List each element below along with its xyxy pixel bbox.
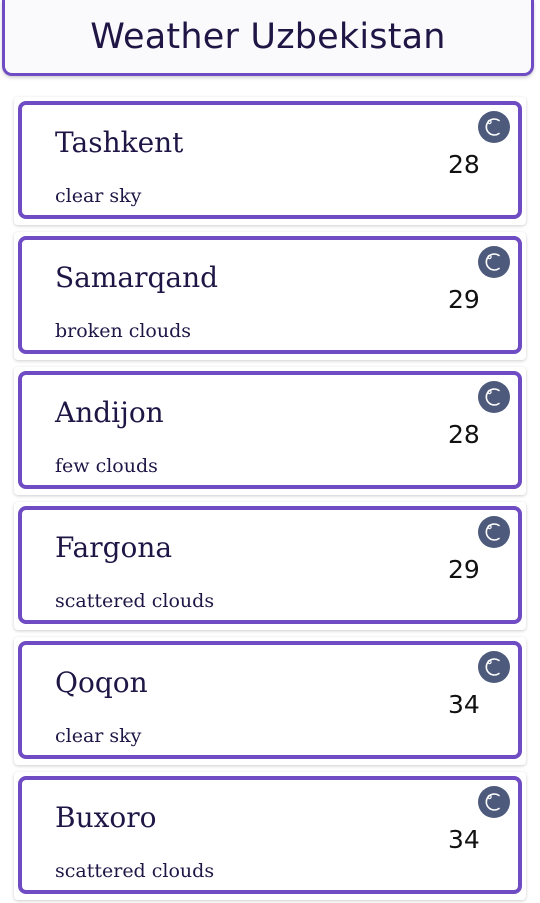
card-border: Buxoro scattered clouds 34 (18, 776, 522, 894)
weather-description: scattered clouds (55, 860, 215, 882)
weather-description: few clouds (55, 455, 158, 477)
city-name: Samarqand (55, 261, 219, 294)
card-border: Tashkent clear sky 28 (18, 101, 522, 219)
page-title: Weather Uzbekistan (90, 16, 446, 57)
weather-description: clear sky (55, 185, 142, 207)
city-card-andijon[interactable]: Andijon few clouds 28 (14, 367, 526, 495)
card-border: Samarqand broken clouds 29 (18, 236, 522, 354)
city-card-buxoro[interactable]: Buxoro scattered clouds 34 (14, 772, 526, 900)
temperature: 34 (448, 825, 480, 854)
night-moon-icon (478, 381, 510, 413)
night-moon-icon (478, 516, 510, 548)
temperature: 34 (448, 690, 480, 719)
city-name: Qoqon (55, 666, 148, 699)
night-moon-icon (478, 651, 510, 683)
temperature: 28 (448, 420, 480, 449)
night-moon-icon (478, 786, 510, 818)
card-border: Andijon few clouds 28 (18, 371, 522, 489)
temperature: 29 (448, 555, 480, 584)
temperature: 28 (448, 150, 480, 179)
app-header: Weather Uzbekistan (2, 0, 534, 76)
night-moon-icon (478, 111, 510, 143)
city-name: Fargona (55, 531, 173, 564)
city-card-qoqon[interactable]: Qoqon clear sky 34 (14, 637, 526, 765)
city-name: Andijon (55, 396, 164, 429)
city-name: Buxoro (55, 801, 157, 834)
city-card-tashkent[interactable]: Tashkent clear sky 28 (14, 97, 526, 225)
temperature: 29 (448, 285, 480, 314)
card-border: Fargona scattered clouds 29 (18, 506, 522, 624)
weather-description: scattered clouds (55, 590, 215, 612)
weather-description: clear sky (55, 725, 142, 747)
weather-description: broken clouds (55, 320, 192, 342)
night-moon-icon (478, 246, 510, 278)
city-card-fargona[interactable]: Fargona scattered clouds 29 (14, 502, 526, 630)
card-border: Qoqon clear sky 34 (18, 641, 522, 759)
city-name: Tashkent (55, 126, 184, 159)
city-card-samarqand[interactable]: Samarqand broken clouds 29 (14, 232, 526, 360)
